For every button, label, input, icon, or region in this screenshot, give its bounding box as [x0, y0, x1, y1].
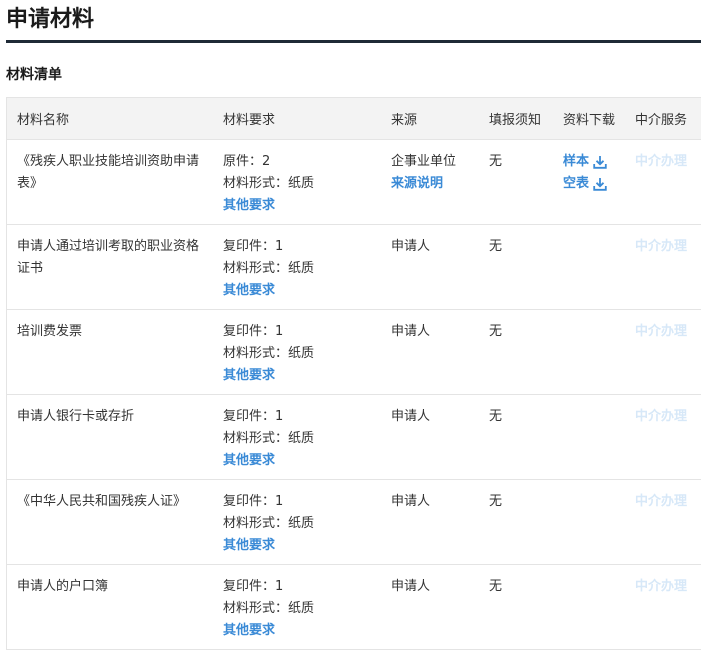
table-row: 《中华人民共和国残疾人证》 复印件：1 材料形式：纸质 其他要求 申请人 无 中… — [7, 480, 701, 565]
requirement-count: 复印件：1 — [223, 324, 284, 339]
other-requirements-link[interactable]: 其他要求 — [223, 535, 381, 557]
downloads-cell: 样本 空表 — [553, 140, 631, 224]
agent-service-cell: 中介办理 — [631, 225, 701, 309]
requirement-count: 复印件：1 — [223, 239, 284, 254]
table-header: 材料名称 材料要求 来源 填报须知 资料下载 中介服务 — [7, 97, 701, 140]
material-name: 申请人通过培训考取的职业资格证书 — [17, 239, 200, 276]
material-name: 培训费发票 — [17, 324, 83, 339]
materials-table: 材料名称 材料要求 来源 填报须知 资料下载 中介服务 《残疾人职业技能培训资助… — [6, 97, 701, 650]
other-requirements-link[interactable]: 其他要求 — [223, 195, 381, 217]
other-requirements-link[interactable]: 其他要求 — [223, 450, 381, 472]
material-requirements: 复印件：1 材料形式：纸质 其他要求 — [213, 310, 381, 394]
title-divider — [6, 40, 701, 43]
requirement-form: 材料形式：纸质 — [223, 431, 315, 446]
fill-notice: 无 — [489, 239, 503, 254]
source-text: 企事业单位 — [391, 154, 457, 169]
material-name: 《残疾人职业技能培训资助申请表》 — [17, 154, 200, 191]
material-name: 申请人银行卡或存折 — [17, 409, 135, 424]
material-source: 申请人 — [391, 579, 431, 594]
agent-service-cell: 中介办理 — [631, 395, 701, 479]
download-icon — [593, 156, 607, 169]
agent-service-button[interactable]: 中介办理 — [635, 239, 687, 254]
table-row: 申请人的户口簿 复印件：1 材料形式：纸质 其他要求 申请人 无 中介办理 — [7, 565, 701, 650]
agent-service-button[interactable]: 中介办理 — [635, 579, 687, 594]
material-source: 申请人 — [391, 409, 431, 424]
application-materials-page: 申请材料 材料清单 材料名称 材料要求 来源 填报须知 资料下载 中介服务 《残… — [0, 0, 701, 653]
column-header-requirements: 材料要求 — [223, 113, 276, 128]
material-name: 申请人的户口簿 — [17, 579, 109, 594]
column-header-agent-service: 中介服务 — [635, 113, 688, 128]
download-icon — [593, 178, 607, 191]
download-label: 空表 — [563, 176, 590, 191]
material-requirements: 复印件：1 材料形式：纸质 其他要求 — [213, 225, 381, 309]
table-row: 申请人通过培训考取的职业资格证书 复印件：1 材料形式：纸质 其他要求 申请人 … — [7, 225, 701, 310]
requirement-count: 原件：2 — [223, 154, 271, 169]
table-row: 《残疾人职业技能培训资助申请表》 原件：2 材料形式：纸质 其他要求 企事业单位… — [7, 140, 701, 225]
other-requirements-link[interactable]: 其他要求 — [223, 280, 381, 302]
agent-service-button[interactable]: 中介办理 — [635, 154, 687, 169]
material-requirements: 复印件：1 材料形式：纸质 其他要求 — [213, 395, 381, 479]
material-source: 企事业单位 来源说明 — [381, 140, 479, 224]
material-source: 申请人 — [391, 239, 431, 254]
downloads-cell — [553, 225, 631, 309]
material-requirements: 复印件：1 材料形式：纸质 其他要求 — [213, 565, 381, 649]
requirement-form: 材料形式：纸质 — [223, 176, 315, 191]
fill-notice: 无 — [489, 154, 503, 169]
table-row: 申请人银行卡或存折 复印件：1 材料形式：纸质 其他要求 申请人 无 中介办理 — [7, 395, 701, 480]
agent-service-button[interactable]: 中介办理 — [635, 409, 687, 424]
agent-service-cell: 中介办理 — [631, 140, 701, 224]
fill-notice: 无 — [489, 494, 503, 509]
fill-notice: 无 — [489, 579, 503, 594]
requirement-count: 复印件：1 — [223, 409, 284, 424]
fill-notice: 无 — [489, 324, 503, 339]
downloads-cell — [553, 395, 631, 479]
agent-service-cell: 中介办理 — [631, 565, 701, 649]
other-requirements-link[interactable]: 其他要求 — [223, 620, 381, 642]
page-title: 申请材料 — [6, 7, 95, 32]
downloads-cell — [553, 565, 631, 649]
column-header-notice: 填报须知 — [489, 113, 542, 128]
agent-service-button[interactable]: 中介办理 — [635, 494, 687, 509]
requirement-form: 材料形式：纸质 — [223, 601, 315, 616]
requirement-form: 材料形式：纸质 — [223, 346, 315, 361]
material-requirements: 复印件：1 材料形式：纸质 其他要求 — [213, 480, 381, 564]
agent-service-cell: 中介办理 — [631, 480, 701, 564]
material-requirements: 原件：2 材料形式：纸质 其他要求 — [213, 140, 381, 224]
section-title: 材料清单 — [6, 67, 62, 83]
source-explanation-link[interactable]: 来源说明 — [391, 173, 479, 195]
downloads-cell — [553, 480, 631, 564]
column-header-downloads: 资料下载 — [563, 113, 616, 128]
requirement-count: 复印件：1 — [223, 494, 284, 509]
download-sample-link[interactable]: 样本 — [563, 151, 631, 173]
column-header-name: 材料名称 — [17, 113, 70, 128]
requirement-count: 复印件：1 — [223, 579, 284, 594]
requirement-form: 材料形式：纸质 — [223, 261, 315, 276]
fill-notice: 无 — [489, 409, 503, 424]
material-source: 申请人 — [391, 324, 431, 339]
download-label: 样本 — [563, 154, 590, 169]
material-source: 申请人 — [391, 494, 431, 509]
download-blank-form-link[interactable]: 空表 — [563, 173, 631, 195]
material-name: 《中华人民共和国残疾人证》 — [17, 494, 187, 509]
column-header-source: 来源 — [391, 113, 418, 128]
downloads-cell — [553, 310, 631, 394]
agent-service-cell: 中介办理 — [631, 310, 701, 394]
other-requirements-link[interactable]: 其他要求 — [223, 365, 381, 387]
table-row: 培训费发票 复印件：1 材料形式：纸质 其他要求 申请人 无 中介办理 — [7, 310, 701, 395]
requirement-form: 材料形式：纸质 — [223, 516, 315, 531]
agent-service-button[interactable]: 中介办理 — [635, 324, 687, 339]
